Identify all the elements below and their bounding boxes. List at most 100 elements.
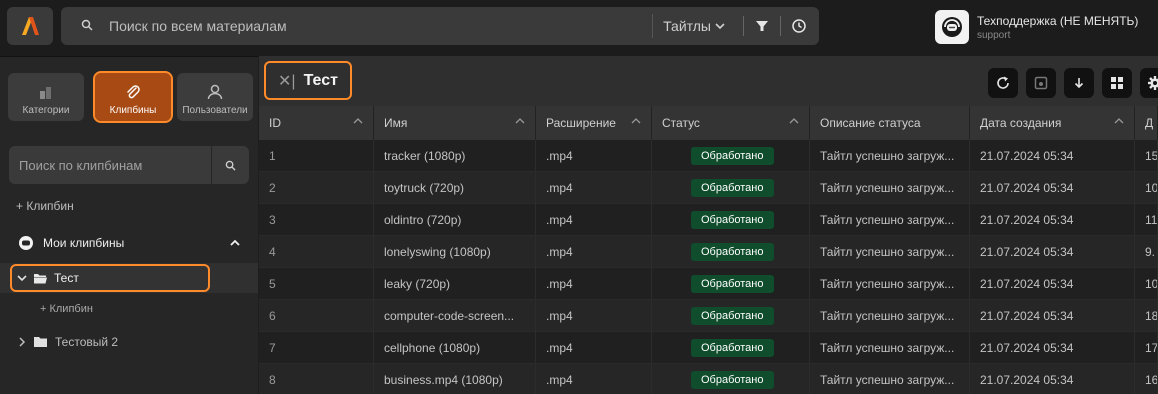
close-icon[interactable]: ✕|	[278, 71, 296, 91]
status-badge: Обработано	[691, 146, 774, 165]
cell-extension: .mp4	[536, 332, 652, 363]
search-icon	[81, 19, 93, 31]
cell-name: oldintro (720p)	[374, 204, 536, 235]
status-badge: Обработано	[691, 274, 774, 293]
clipbin-search-button[interactable]	[211, 146, 249, 184]
cell-more: 9.	[1135, 236, 1158, 267]
tab-users[interactable]: Пользователи	[177, 73, 253, 121]
cell-more: 15	[1135, 140, 1158, 171]
sort-chevron-icon	[631, 118, 641, 124]
cell-created-date: 21.07.2024 05:34	[970, 332, 1135, 363]
cell-extension: .mp4	[536, 364, 652, 394]
cell-created-date: 21.07.2024 05:34	[970, 300, 1135, 331]
cell-more: 11	[1135, 204, 1158, 235]
clipbin-title: Тест	[303, 71, 338, 89]
chevron-down-icon	[715, 23, 725, 30]
cell-id: 5	[259, 268, 374, 299]
chevron-up-icon[interactable]	[230, 239, 240, 247]
download-button[interactable]	[1064, 68, 1094, 98]
table-row[interactable]: 7 cellphone (1080p) .mp4 Обработано Тайтл ус…	[259, 332, 1158, 364]
cell-created-date: 21.07.2024 05:34	[970, 364, 1135, 394]
settings-button[interactable]	[1140, 68, 1158, 98]
table-row[interactable]: 4 lonelyswing (1080p) .mp4 Обработано Тайтл …	[259, 236, 1158, 268]
cell-status: Обработано	[652, 332, 810, 363]
cell-status-description: Тайтл успешно загруж...	[810, 172, 970, 203]
cell-status: Обработано	[652, 140, 810, 171]
clipbin-header: ✕| Тест	[259, 56, 1158, 106]
sidebar-item-test2-folder[interactable]: Тестовый 2	[18, 335, 118, 349]
table-body: 1 tracker (1080p) .mp4 Обработано Тайтл успе…	[259, 140, 1158, 394]
user-icon	[207, 84, 223, 100]
cell-extension: .mp4	[536, 300, 652, 331]
support-chat-icon	[19, 236, 33, 250]
clock-icon	[792, 19, 806, 33]
table-row[interactable]: 8 business.mp4 (1080p) .mp4 Обработано Тайтл…	[259, 364, 1158, 394]
divider	[780, 16, 781, 36]
column-header-name[interactable]: Имя	[374, 106, 536, 140]
grid-view-button[interactable]	[1102, 68, 1132, 98]
main-panel: ✕| Тест ID Имя Расширение Статус Описани…	[259, 56, 1158, 394]
clipbin-search-bar[interactable]: Поиск по клипбинам	[9, 146, 249, 184]
status-badge: Обработано	[691, 306, 774, 325]
cell-name: business.mp4 (1080p)	[374, 364, 536, 394]
my-clipbins-label: Мои клипбины	[43, 236, 125, 250]
save-icon	[1034, 76, 1048, 90]
app-logo[interactable]	[7, 7, 53, 45]
column-label: Статус	[662, 116, 700, 130]
clipbin-search-input[interactable]: Поиск по клипбинам	[19, 158, 142, 173]
cell-extension: .mp4	[536, 172, 652, 203]
cell-more: 16	[1135, 364, 1158, 394]
cell-status-description: Тайтл успешно загруж...	[810, 332, 970, 363]
tab-users-label: Пользователи	[182, 105, 248, 116]
cell-created-date: 21.07.2024 05:34	[970, 268, 1135, 299]
column-header-id[interactable]: ID	[259, 106, 374, 140]
column-label: Д	[1145, 116, 1154, 130]
folder-open-icon	[34, 274, 47, 284]
filter-button[interactable]	[752, 16, 772, 36]
sort-chevron-icon	[1114, 118, 1124, 124]
column-header-extension[interactable]: Расширение	[536, 106, 652, 140]
cell-name: cellphone (1080p)	[374, 332, 536, 363]
tab-clipbins[interactable]: Клипбины	[93, 71, 173, 123]
cell-status-description: Тайтл успешно загруж...	[810, 300, 970, 331]
cell-status-description: Тайтл успешно загруж...	[810, 204, 970, 235]
my-clipbins-header[interactable]: Мои клипбины	[18, 235, 240, 251]
cell-id: 1	[259, 140, 374, 171]
titles-dropdown[interactable]: Тайтлы	[652, 14, 735, 38]
refresh-button[interactable]	[988, 68, 1018, 98]
column-label: Дата создания	[980, 116, 1062, 130]
column-label: Расширение	[546, 116, 616, 130]
folder-label: Тестовый 2	[55, 335, 119, 349]
column-header-more[interactable]: Д	[1135, 106, 1158, 140]
clipbin-tab[interactable]: ✕| Тест	[264, 61, 352, 100]
tab-categories[interactable]: Категории	[8, 73, 84, 121]
cell-more: 10	[1135, 268, 1158, 299]
cell-id: 6	[259, 300, 374, 331]
cell-status-description: Тайтл успешно загруж...	[810, 140, 970, 171]
table-row[interactable]: 3 oldintro (720p) .mp4 Обработано Тайтл успе…	[259, 204, 1158, 236]
add-sub-clipbin-button[interactable]: + Клипбин	[40, 303, 93, 315]
global-search-bar[interactable]: Поиск по всем материалам Тайтлы	[61, 7, 819, 45]
column-header-status-description[interactable]: Описание статуса	[810, 106, 970, 140]
sort-chevron-icon	[789, 118, 799, 124]
cell-status: Обработано	[652, 204, 810, 235]
status-badge: Обработано	[691, 210, 774, 229]
cell-id: 7	[259, 332, 374, 363]
top-bar: Поиск по всем материалам Тайтлы Техподде…	[0, 0, 1158, 56]
tab-categories-label: Категории	[22, 105, 70, 116]
global-search-input[interactable]: Поиск по всем материалам	[109, 18, 287, 34]
cell-extension: .mp4	[536, 268, 652, 299]
column-header-status[interactable]: Статус	[652, 106, 810, 140]
sidebar-item-test-folder[interactable]: Тест	[10, 264, 210, 292]
cell-status: Обработано	[652, 364, 810, 394]
save-button[interactable]	[1026, 68, 1056, 98]
history-button[interactable]	[789, 16, 809, 36]
add-clipbin-button[interactable]: + Клипбин	[16, 199, 74, 213]
user-profile[interactable]: Техподдержка (НЕ МЕНЯТЬ) support	[935, 10, 1138, 44]
cell-id: 3	[259, 204, 374, 235]
column-header-created-date[interactable]: Дата создания	[970, 106, 1135, 140]
table-row[interactable]: 5 leaky (720p) .mp4 Обработано Тайтл успешно…	[259, 268, 1158, 300]
table-row[interactable]: 6 computer-code-screen... .mp4 Обработано Та…	[259, 300, 1158, 332]
table-row[interactable]: 1 tracker (1080p) .mp4 Обработано Тайтл успе…	[259, 140, 1158, 172]
table-row[interactable]: 2 toytruck (720p) .mp4 Обработано Тайтл успе…	[259, 172, 1158, 204]
